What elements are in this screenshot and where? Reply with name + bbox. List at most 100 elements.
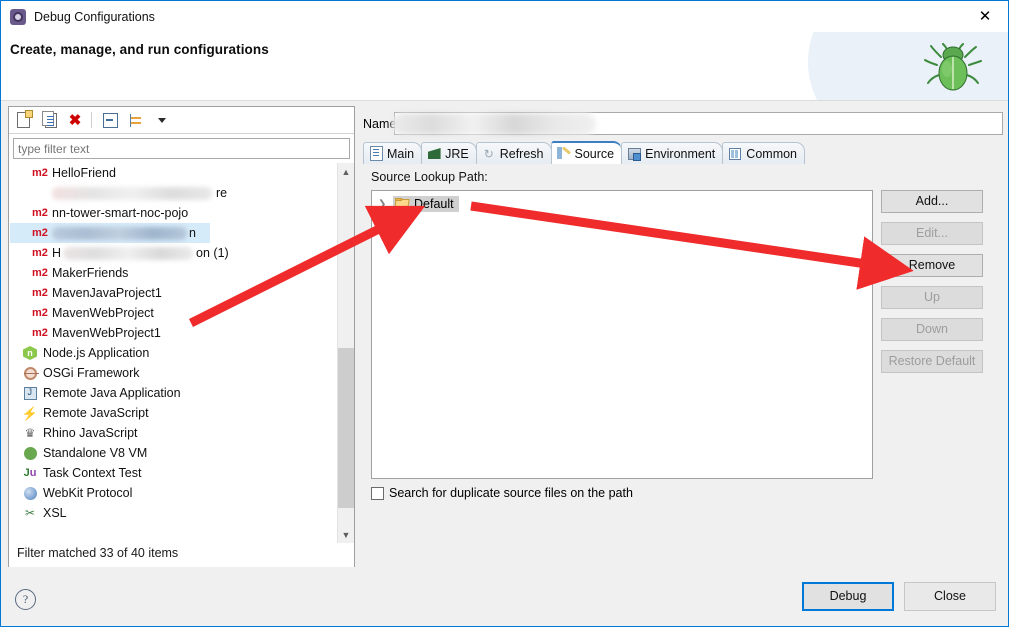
tree-item-rhino-javascript[interactable]: ♛ Rhino JavaScript xyxy=(10,423,354,443)
tree-item-xsl[interactable]: ✂ XSL xyxy=(10,503,354,523)
name-row: Name: xyxy=(363,112,1003,136)
tree-item-mavenwebproject1[interactable]: m2 MavenWebProject1 xyxy=(10,323,354,343)
debug-configurations-dialog: Debug Configurations ✕ Create, manage, a… xyxy=(0,0,1009,627)
tree-item-label: Task Context Test xyxy=(43,466,142,480)
environment-tab-icon xyxy=(627,147,641,161)
tree-item-redacted-2[interactable]: m2 H on (1) xyxy=(10,243,354,263)
scrollbar-thumb[interactable] xyxy=(338,348,354,508)
collapse-all-icon[interactable] xyxy=(98,109,122,131)
tree-item-hellofriend[interactable]: m2 HelloFriend xyxy=(10,163,354,183)
tree-item-task-context-test[interactable]: Ju Task Context Test xyxy=(10,463,354,483)
tree-item-webkit-protocol[interactable]: WebKit Protocol xyxy=(10,483,354,503)
refresh-tab-icon: ↻ xyxy=(483,146,494,161)
tree-item-label: Rhino JavaScript xyxy=(43,426,138,440)
launch-configurations-panel: ✖ m2 HelloFriend re m2 nn-tower-smart-no… xyxy=(8,106,355,569)
folder-icon xyxy=(395,198,410,210)
tab-label: Source xyxy=(574,146,615,161)
tree-item-label: HelloFriend xyxy=(52,166,116,180)
filter-input[interactable] xyxy=(13,138,350,159)
window-title: Debug Configurations xyxy=(34,9,155,24)
tree-item-label: Remote Java Application xyxy=(43,386,181,400)
tree-item-nn-tower-smart-noc-pojo[interactable]: m2 nn-tower-smart-noc-pojo xyxy=(10,203,354,223)
tab-label: Environment xyxy=(645,146,716,161)
tree-item-label: Standalone V8 VM xyxy=(43,446,148,460)
tab-label: Main xyxy=(387,146,415,161)
v8-icon xyxy=(22,446,38,460)
close-button[interactable]: Close xyxy=(904,582,996,611)
maven-icon: m2 xyxy=(32,327,48,339)
tab-environment[interactable]: Environment xyxy=(621,142,724,164)
duplicate-launch-configuration-icon[interactable] xyxy=(37,109,61,131)
osgi-icon xyxy=(22,366,39,380)
remove-button[interactable]: Remove xyxy=(881,254,983,277)
tree-item-redacted-1[interactable]: re xyxy=(10,183,354,203)
tree-item-remote-java-application[interactable]: Remote Java Application xyxy=(10,383,354,403)
tab-jre[interactable]: JRE xyxy=(421,142,477,164)
scroll-up-icon[interactable]: ▲ xyxy=(338,163,354,180)
down-button[interactable]: Down xyxy=(881,318,983,341)
tree-item-osgi-framework[interactable]: OSGi Framework xyxy=(10,363,354,383)
tree-item-label: MavenWebProject xyxy=(52,306,154,320)
junit-icon: Ju xyxy=(23,466,37,479)
source-lookup-path-label: Source Lookup Path: xyxy=(371,170,488,184)
header-banner: Create, manage, and run configurations xyxy=(1,32,1008,101)
debug-button[interactable]: Debug xyxy=(802,582,894,611)
help-icon[interactable]: ? xyxy=(15,589,36,610)
lookup-item-default[interactable]: ❯ Default xyxy=(378,194,872,214)
filter-status: Filter matched 33 of 40 items xyxy=(17,546,179,560)
restore-default-button[interactable]: Restore Default xyxy=(881,350,983,373)
filter-launch-configurations-icon[interactable] xyxy=(124,109,148,131)
add-button[interactable]: Add... xyxy=(881,190,983,213)
redacted-label xyxy=(52,226,187,240)
scroll-down-icon[interactable]: ▼ xyxy=(338,526,354,543)
checkbox-label: Search for duplicate source files on the… xyxy=(389,486,633,500)
page-title: Create, manage, and run configurations xyxy=(10,42,269,57)
tree-scrollbar[interactable]: ▲ ▼ xyxy=(337,163,354,543)
maven-icon: m2 xyxy=(32,207,48,219)
tree-item-label: MavenJavaProject1 xyxy=(52,286,162,300)
tab-common[interactable]: Common xyxy=(722,142,806,164)
tree-item-remote-javascript[interactable]: ⚡ Remote JavaScript xyxy=(10,403,354,423)
green-bug-icon xyxy=(924,43,982,91)
jre-tab-icon xyxy=(427,147,441,161)
tab-source[interactable]: Source xyxy=(550,141,623,164)
lookup-path-buttons: Add... Edit... Remove Up Down Restore De… xyxy=(881,190,986,382)
up-button[interactable]: Up xyxy=(881,286,983,309)
dialog-footer: ? http://blog.csdn.net/j080624 Debug Clo… xyxy=(1,567,1008,626)
maven-icon: m2 xyxy=(32,287,48,299)
tab-refresh[interactable]: ↻ Refresh xyxy=(475,142,552,164)
maven-icon: m2 xyxy=(32,247,48,259)
tree-item-label: Remote JavaScript xyxy=(43,406,149,420)
tree-item-mavenjavaproject1[interactable]: m2 MavenJavaProject1 xyxy=(10,283,354,303)
edit-button[interactable]: Edit... xyxy=(881,222,983,245)
debug-configurations-icon xyxy=(10,8,26,25)
tree-item-standalone-v8-vm[interactable]: Standalone V8 VM xyxy=(10,443,354,463)
configuration-editor: Name: Main JRE ↻ Refresh Source Environm… xyxy=(363,106,1003,601)
tree-item-label: WebKit Protocol xyxy=(43,486,133,500)
chevron-right-icon[interactable]: ❯ xyxy=(378,199,390,210)
tree-item-makerfriends[interactable]: m2 MakerFriends xyxy=(10,263,354,283)
tree-item-mavenwebproject[interactable]: m2 MavenWebProject xyxy=(10,303,354,323)
tree-item-selected-redacted[interactable]: m2 n xyxy=(10,223,210,243)
search-duplicate-source-checkbox[interactable]: Search for duplicate source files on the… xyxy=(371,486,633,500)
source-lookup-path-list[interactable]: ❯ Default xyxy=(371,190,873,479)
checkbox-box[interactable] xyxy=(371,486,384,500)
tree-item-label: MakerFriends xyxy=(52,266,129,280)
lookup-item-label: Default xyxy=(414,197,454,211)
configuration-tabs: Main JRE ↻ Refresh Source Environment Co… xyxy=(363,141,1003,165)
tree-item-nodejs-application[interactable]: n Node.js Application xyxy=(10,343,354,363)
tree-item-label: Node.js Application xyxy=(43,346,150,360)
delete-launch-configuration-icon[interactable]: ✖ xyxy=(63,109,87,131)
redacted-name-value xyxy=(391,113,596,135)
footer-buttons: Debug Close xyxy=(802,582,996,611)
close-icon[interactable]: ✕ xyxy=(962,1,1008,31)
maven-icon: m2 xyxy=(32,227,48,239)
tab-main[interactable]: Main xyxy=(363,142,423,164)
source-tab-content: Source Lookup Path: ❯ Default Add... Edi… xyxy=(363,164,1003,601)
launch-configurations-tree[interactable]: m2 HelloFriend re m2 nn-tower-smart-noc-… xyxy=(10,163,354,543)
new-launch-configuration-icon[interactable] xyxy=(11,109,35,131)
tree-item-label: nn-tower-smart-noc-pojo xyxy=(52,206,189,220)
chevron-down-icon[interactable] xyxy=(150,109,174,131)
tab-label: Refresh xyxy=(499,146,544,161)
tree-item-label-suffix: n xyxy=(189,226,196,240)
